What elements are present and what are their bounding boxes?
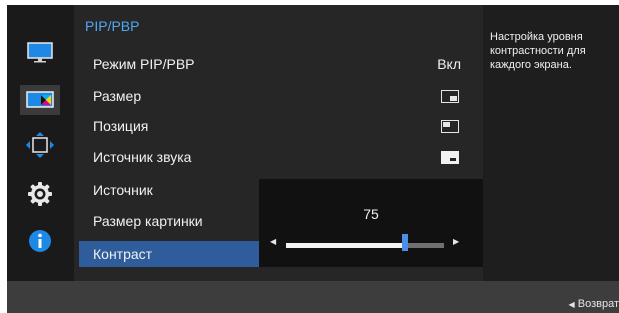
menu-item-label: Контраст [93,246,153,262]
information-icon[interactable] [20,226,60,256]
return-button[interactable]: ◀ Возврат [569,298,619,310]
size-pip-icon [441,89,459,103]
menu-item-label: Источник звука [93,149,192,165]
menu-item-sound-source[interactable]: Источник звука [79,144,474,170]
pip-pbp-menu: PIP/PBP Режим PIP/PBP Вкл Размер Позиция… [74,5,483,281]
pip-pbp-mode-value: Вкл [437,56,461,72]
menu-item-contrast[interactable]: Контраст [79,241,259,267]
menu-item-label: Режим PIP/PBP [93,56,195,72]
description-panel: Настройка уровня контрастности для каждо… [483,5,619,281]
menu-item-label: Размер [93,88,142,104]
menu-item-size[interactable]: Размер [79,83,474,109]
onscreen-display-icon[interactable] [20,130,60,160]
contrast-slider-track[interactable] [286,243,444,248]
contrast-slider-thumb[interactable] [402,234,408,251]
arrow-right-icon[interactable]: ▶ [453,237,459,246]
monitor-picture-icon[interactable] [20,38,60,68]
sound-source-icon [441,150,459,164]
footer-bar: ◀ Возврат [7,281,619,313]
description-text: Настройка уровня контрастности для каждо… [490,31,586,71]
menu-item-pip-pbp-mode[interactable]: Режим PIP/PBP Вкл [79,51,474,77]
contrast-value: 75 [363,206,379,222]
return-label: Возврат [577,298,619,310]
sidebar [7,5,74,281]
menu-title: PIP/PBP [85,18,140,34]
system-gear-icon[interactable] [20,179,60,209]
menu-item-label: Позиция [93,118,149,134]
contrast-slider-fill [286,243,405,248]
contrast-popup: 75 ◀ ▶ [259,179,483,267]
back-arrow-icon: ◀ [568,300,575,309]
position-top-left-icon [441,119,459,133]
arrow-left-icon[interactable]: ◀ [270,237,276,246]
osd-menu: PIP/PBP Режим PIP/PBP Вкл Размер Позиция… [7,5,619,313]
menu-item-position[interactable]: Позиция [79,113,474,139]
color-icon[interactable] [20,85,60,115]
